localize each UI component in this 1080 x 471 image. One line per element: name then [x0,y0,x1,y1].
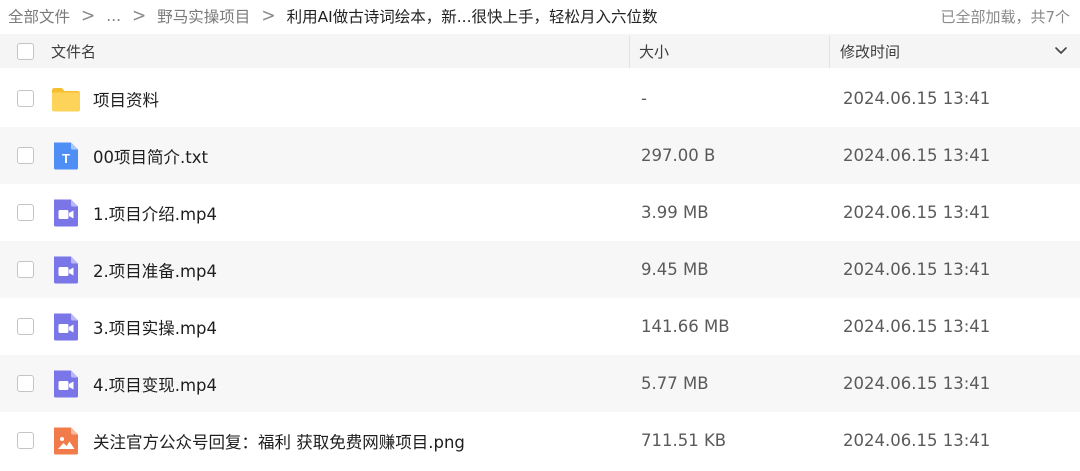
file-name[interactable]: 项目资料 [93,70,159,127]
video-file-icon [54,313,78,341]
file-size: 297.00 B [641,146,716,165]
file-size: 141.66 MB [641,317,730,336]
row-checkbox[interactable] [17,261,34,278]
file-modified-time: 2024.06.15 13:41 [843,203,991,222]
file-modified-time: 2024.06.15 13:41 [843,89,991,108]
svg-text:T: T [62,151,70,166]
file-row-video[interactable]: 1.项目介绍.mp4 3.99 MB 2024.06.15 13:41 [0,184,1080,241]
video-file-icon [54,256,78,284]
column-header-name[interactable]: 文件名 [51,34,96,68]
file-name[interactable]: 2.项目准备.mp4 [93,241,217,298]
select-all-checkbox[interactable] [17,43,34,60]
breadcrumb-item-project-folder[interactable]: 野马实操项目 [157,5,250,27]
row-checkbox[interactable] [17,432,34,449]
file-size: 711.51 KB [641,431,727,450]
row-checkbox[interactable] [17,375,34,392]
chevron-down-icon[interactable] [1054,45,1068,57]
chevron-right-icon: > [81,5,96,27]
file-row-text[interactable]: T 00项目简介.txt 297.00 B 2024.06.15 13:41 [0,127,1080,184]
file-row-video[interactable]: 4.项目变现.mp4 5.77 MB 2024.06.15 13:41 [0,355,1080,412]
file-row-folder[interactable]: 项目资料 - 2024.06.15 13:41 [0,70,1080,127]
folder-icon [52,88,80,112]
file-size: - [641,89,647,108]
file-modified-time: 2024.06.15 13:41 [843,260,991,279]
video-file-icon [54,370,78,398]
breadcrumb-item-ellipsis[interactable]: ... [106,7,121,25]
row-checkbox[interactable] [17,90,34,107]
column-header-modified-time[interactable]: 修改时间 [840,34,900,68]
row-checkbox[interactable] [17,147,34,164]
file-size: 5.77 MB [641,374,709,393]
breadcrumb-item-all-files[interactable]: 全部文件 [8,5,70,27]
file-name[interactable]: 00项目简介.txt [93,127,208,184]
file-modified-time: 2024.06.15 13:41 [843,374,991,393]
file-size: 9.45 MB [641,260,709,279]
file-name[interactable]: 关注官方公众号回复：福利 获取免费网赚项目.png [93,412,465,469]
file-row-video[interactable]: 2.项目准备.mp4 9.45 MB 2024.06.15 13:41 [0,241,1080,298]
column-header-size[interactable]: 大小 [639,34,669,68]
file-row-image[interactable]: 关注官方公众号回复：福利 获取免费网赚项目.png 711.51 KB 2024… [0,412,1080,469]
breadcrumb: 全部文件 > ... > 野马实操项目 > 利用AI做古诗词绘本，新...很快上… [8,5,658,27]
column-divider[interactable] [629,36,630,68]
chevron-right-icon: > [261,5,276,27]
file-name[interactable]: 1.项目介绍.mp4 [93,184,217,241]
file-name[interactable]: 4.项目变现.mp4 [93,355,217,412]
column-divider[interactable] [829,36,830,68]
file-modified-time: 2024.06.15 13:41 [843,431,991,450]
row-checkbox[interactable] [17,204,34,221]
loaded-count-status: 已全部加载，共7个 [940,8,1070,26]
video-file-icon [54,199,78,227]
file-modified-time: 2024.06.15 13:41 [843,317,991,336]
breadcrumb-bar: 全部文件 > ... > 野马实操项目 > 利用AI做古诗词绘本，新...很快上… [0,0,1080,32]
row-checkbox[interactable] [17,318,34,335]
file-size: 3.99 MB [641,203,709,222]
file-list-header: 文件名 大小 修改时间 [0,34,1080,68]
file-modified-time: 2024.06.15 13:41 [843,146,991,165]
text-file-icon: T [54,142,78,170]
file-name[interactable]: 3.项目实操.mp4 [93,298,217,355]
image-file-icon [54,427,78,455]
breadcrumb-item-current: 利用AI做古诗词绘本，新...很快上手，轻松月入六位数 [286,8,658,26]
file-row-video[interactable]: 3.项目实操.mp4 141.66 MB 2024.06.15 13:41 [0,298,1080,355]
chevron-right-icon: > [132,5,147,27]
